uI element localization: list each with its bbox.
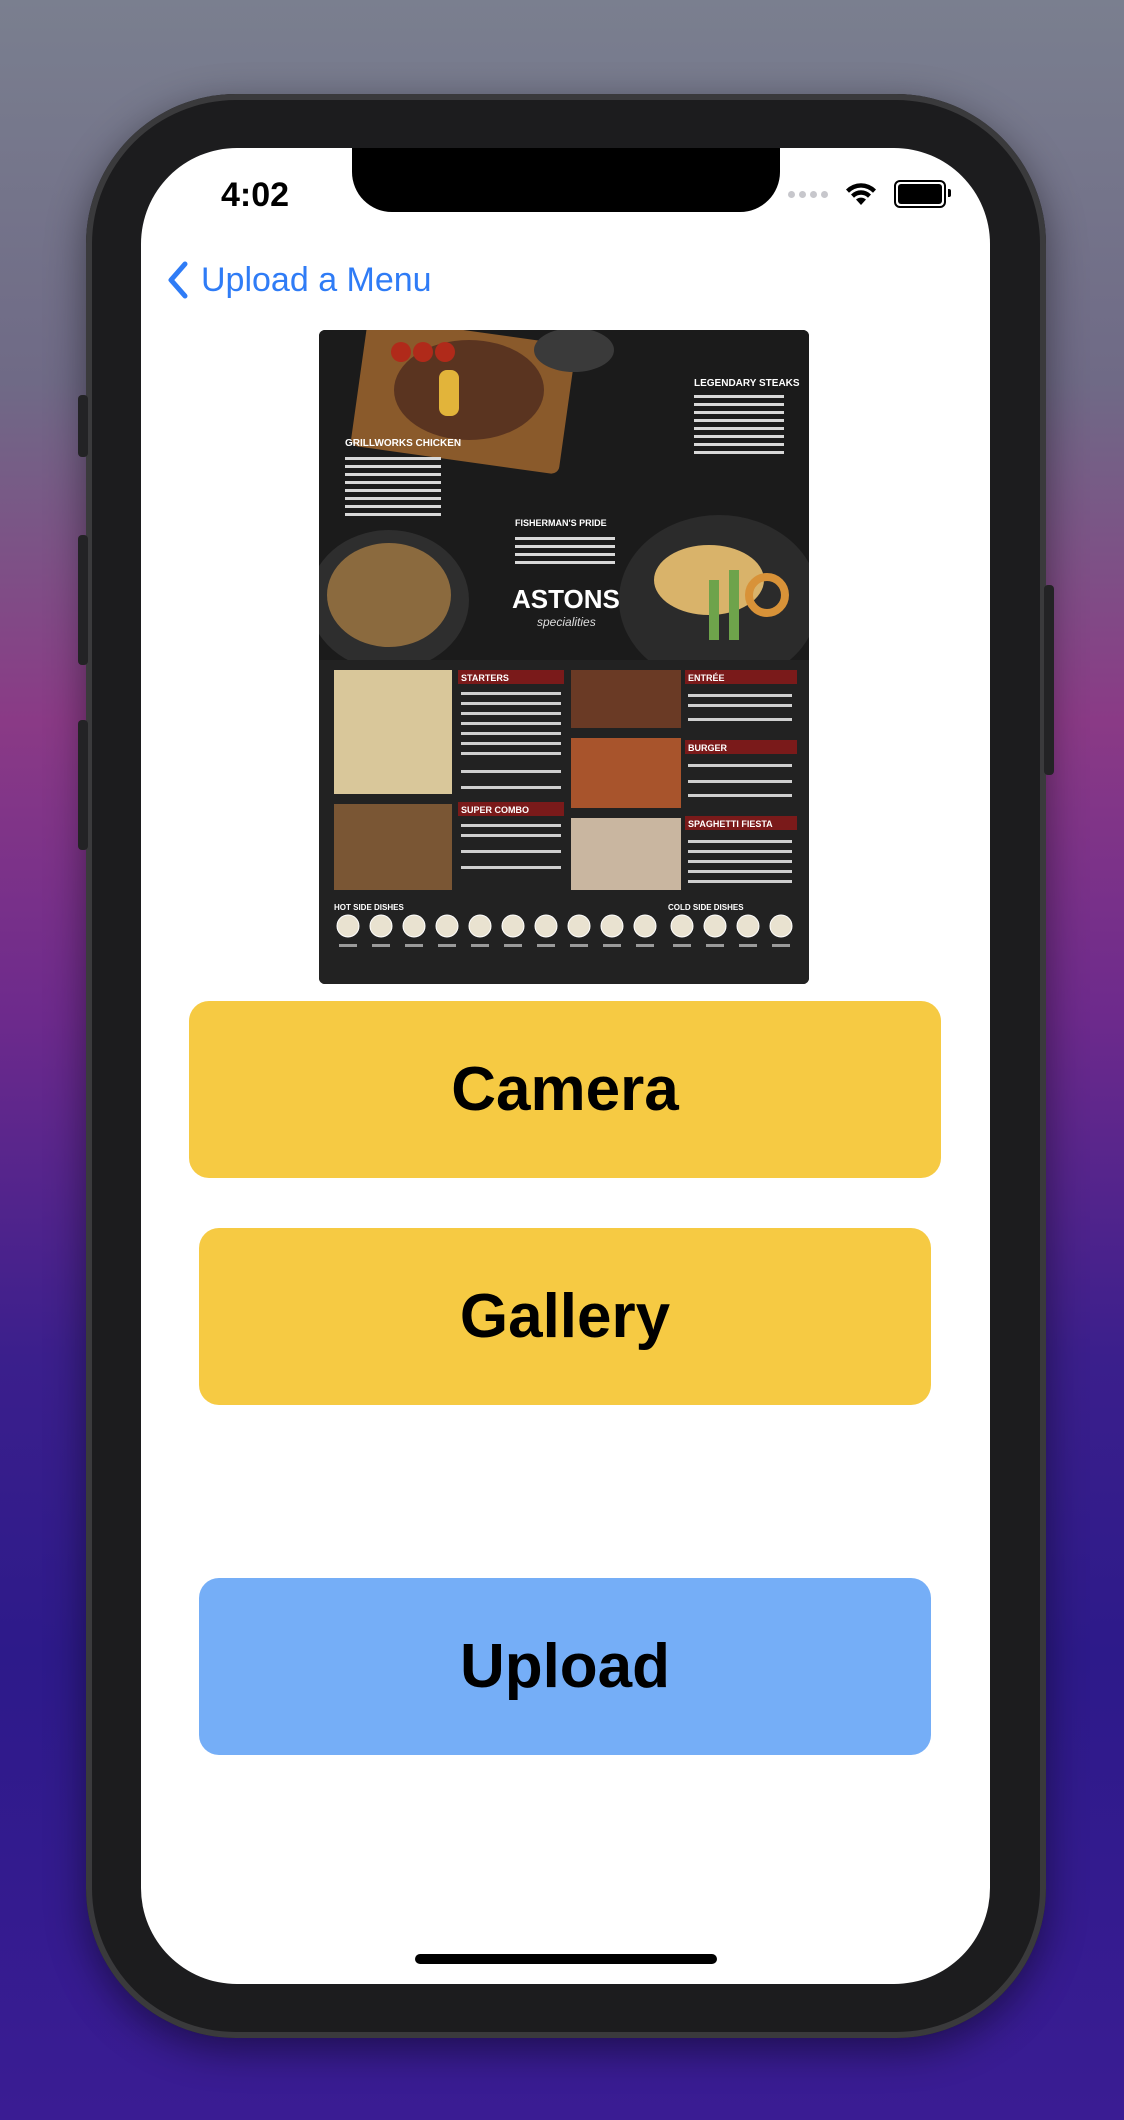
volume-up-button [78, 535, 88, 665]
menu-photo-art: LEGENDARY STEAKS GRILLWORKS CHICKEN FISH… [319, 330, 809, 984]
upload-button[interactable]: Upload [199, 1578, 931, 1755]
volume-down-button [78, 720, 88, 850]
section-legendary-steaks: LEGENDARY STEAKS [694, 378, 800, 389]
back-button-label: Upload a Menu [201, 260, 432, 299]
silent-switch [78, 395, 88, 457]
chevron-left-icon [168, 261, 188, 299]
camera-button[interactable]: Camera [189, 1001, 941, 1178]
status-time: 4:02 [221, 176, 290, 214]
battery-icon [894, 180, 951, 208]
menu-brand-sub: specialities [537, 615, 596, 629]
section-super-combo: SUPER COMBO [461, 805, 529, 815]
power-button [1044, 585, 1054, 775]
section-fishermans-pride: FISHERMAN'S PRIDE [515, 518, 607, 528]
section-burger: BURGER [688, 743, 728, 753]
status-icons [788, 180, 951, 208]
gallery-button[interactable]: Gallery [199, 1228, 931, 1405]
notch [352, 148, 780, 212]
back-button[interactable]: Upload a Menu [165, 260, 432, 300]
menu-brand-name: ASTONS [512, 584, 620, 614]
section-grillworks-chicken: GRILLWORKS CHICKEN [345, 438, 461, 449]
section-cold-side-dishes: COLD SIDE DISHES [668, 903, 744, 912]
app-screen: 4:02 Upload a Menu LEGENDARY STEAKS GRIL… [141, 148, 990, 1984]
menu-photo: LEGENDARY STEAKS GRILLWORKS CHICKEN FISH… [319, 330, 809, 984]
section-spaghetti-fiesta: SPAGHETTI FIESTA [688, 819, 773, 829]
section-entree: ENTRÉE [688, 673, 725, 683]
wifi-icon [846, 183, 876, 205]
section-starters: STARTERS [461, 673, 509, 683]
section-hot-side-dishes: HOT SIDE DISHES [334, 903, 404, 912]
home-indicator [415, 1954, 717, 1964]
signal-icon [788, 190, 828, 198]
